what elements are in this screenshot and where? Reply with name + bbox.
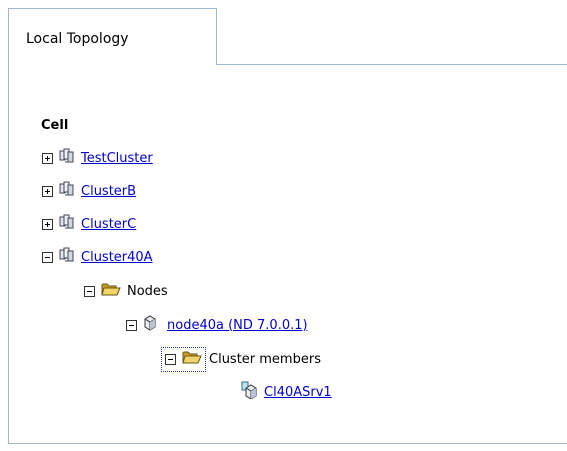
panel-bottom-divider	[9, 443, 567, 444]
focused-toggle-outline	[161, 346, 206, 372]
tree-item-testcluster: TestCluster	[42, 148, 153, 168]
cluster-link[interactable]: ClusterC	[81, 217, 136, 232]
cluster-member-link[interactable]: Cl40ASrv1	[264, 385, 332, 400]
tree-root-cell: Cell	[41, 118, 69, 133]
cluster-members-folder-label: Cluster members	[209, 351, 321, 367]
nodes-folder-label: Nodes	[127, 283, 168, 299]
expand-plus-icon[interactable]	[42, 185, 53, 197]
tree-item-clusterb: ClusterB	[42, 181, 136, 201]
tree-item-cluster-members-folder: Cluster members	[161, 346, 321, 372]
collapse-minus-icon[interactable]	[42, 251, 53, 263]
tab-baseline-divider	[217, 64, 567, 65]
cluster-link[interactable]: Cluster40A	[81, 250, 153, 265]
tree-item-node40a: node40a (ND 7.0.0.1)	[126, 315, 308, 335]
tree-item-cluster40a: Cluster40A	[42, 247, 153, 267]
cluster-link[interactable]: TestCluster	[81, 151, 153, 166]
collapse-minus-icon[interactable]	[84, 285, 95, 297]
open-folder-icon	[101, 282, 121, 301]
tree-item-cl40asrv1: Cl40ASrv1	[240, 381, 332, 403]
collapse-minus-icon[interactable]	[126, 319, 137, 331]
open-folder-icon	[182, 350, 202, 369]
node-link[interactable]: node40a (ND 7.0.0.1)	[167, 318, 308, 333]
tab-local-topology-label: Local Topology	[26, 31, 129, 47]
cluster-icon	[59, 214, 75, 234]
tab-local-topology[interactable]: Local Topology	[9, 8, 217, 65]
node-icon	[143, 315, 157, 335]
tree-item-clusterc: ClusterC	[42, 214, 136, 234]
collapse-minus-icon[interactable]	[165, 353, 176, 365]
expand-plus-icon[interactable]	[42, 152, 53, 164]
tab-bar: Local Topology	[9, 8, 567, 65]
tree-item-nodes-folder: Nodes	[84, 281, 168, 301]
cluster-link[interactable]: ClusterB	[81, 184, 136, 199]
cluster-member-server-icon	[240, 381, 258, 403]
cluster-icon	[59, 181, 75, 201]
cluster-icon	[59, 148, 75, 168]
cluster-icon	[59, 247, 75, 267]
expand-plus-icon[interactable]	[42, 218, 53, 230]
